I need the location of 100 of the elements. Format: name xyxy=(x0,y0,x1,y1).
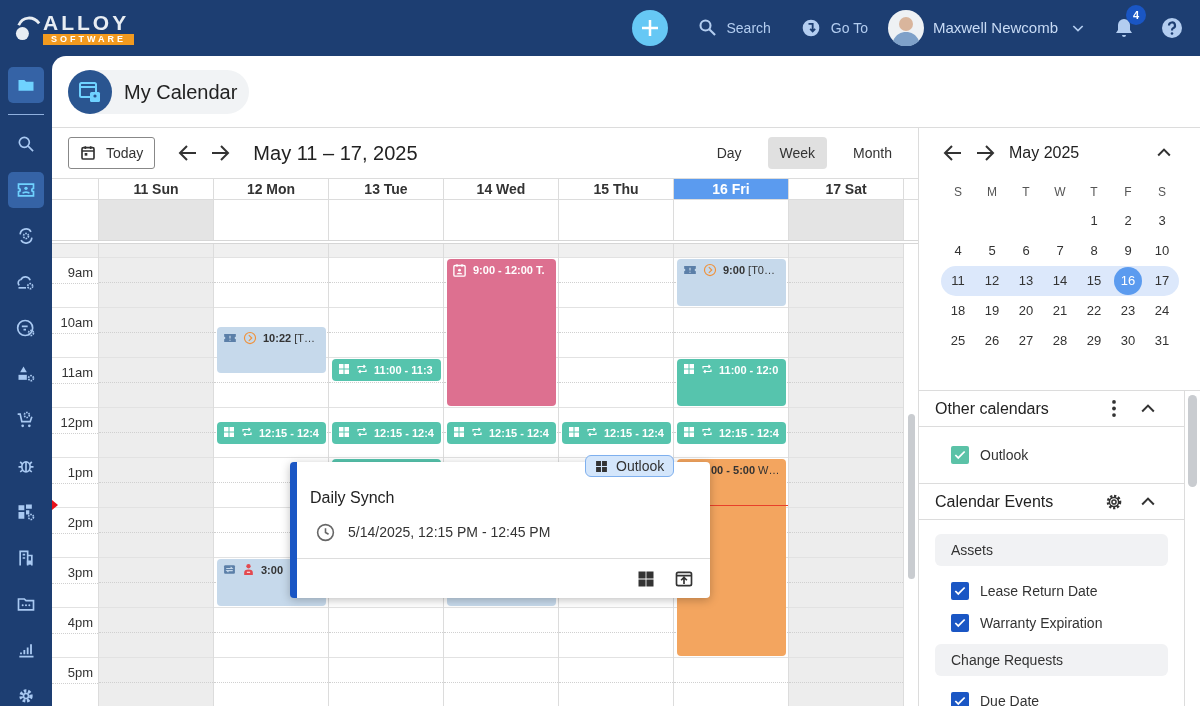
date-range-title: May 11 – 17, 2025 xyxy=(253,141,418,166)
date-button[interactable]: 30 xyxy=(1114,327,1142,355)
help-icon xyxy=(1160,16,1184,40)
day-header: 11 Sun xyxy=(133,179,179,199)
date-button[interactable]: 22 xyxy=(1080,297,1108,325)
avatar-icon xyxy=(887,10,924,46)
sidebar-button[interactable] xyxy=(8,172,44,208)
clock-icon xyxy=(315,522,336,543)
group-title: Change Requests xyxy=(951,650,1064,670)
date-button[interactable]: 6 xyxy=(1012,237,1040,265)
date-button[interactable]: 1 xyxy=(1080,207,1108,235)
search-icon xyxy=(698,18,719,38)
weekday-label: W xyxy=(1054,184,1066,201)
checkbox-label: Outlook xyxy=(980,445,1029,465)
date-button[interactable]: 23 xyxy=(1114,297,1142,325)
date-button[interactable]: 7 xyxy=(1046,237,1074,265)
logo-subtitle: SOFTWARE xyxy=(43,33,134,45)
date-button[interactable]: 4 xyxy=(944,237,972,265)
user-menu-button[interactable]: Maxwell Newcomb xyxy=(932,16,1086,40)
repeat-icon xyxy=(241,425,253,438)
person-icon xyxy=(242,563,255,576)
date-button[interactable]: 19 xyxy=(978,297,1006,325)
building-icon xyxy=(16,548,36,568)
weekday-label: T xyxy=(1090,184,1098,201)
day-header: 13 Tue xyxy=(364,179,408,199)
weekday-label: F xyxy=(1124,184,1132,201)
repeat-icon xyxy=(701,363,713,375)
view-tab[interactable]: Day xyxy=(704,137,754,169)
chevron-circle-icon xyxy=(703,263,717,277)
date-button[interactable]: 2 xyxy=(1114,207,1142,235)
event-title: Daily Synch xyxy=(310,488,396,508)
today-button[interactable]: Today xyxy=(68,137,156,169)
event-time: 5/14/2025, 12:15 PM - 12:45 PM xyxy=(348,523,551,542)
event-label: 10:22 [T… xyxy=(263,331,315,346)
date-button[interactable]: 26 xyxy=(978,327,1006,355)
date-button[interactable]: 27 xyxy=(1012,327,1040,355)
event-label: 3:00 xyxy=(261,563,284,577)
date-button[interactable]: 29 xyxy=(1080,327,1108,355)
date-button[interactable]: 11 xyxy=(944,267,972,295)
date-button[interactable]: 15 xyxy=(1080,267,1108,295)
windows-icon xyxy=(595,459,608,473)
ticket-event[interactable]: 10:22 [T… xyxy=(217,327,326,373)
date-button[interactable]: 10 xyxy=(1148,237,1176,265)
date-button[interactable]: 31 xyxy=(1148,327,1176,355)
day-header: 14 Wed xyxy=(476,179,526,199)
date-button[interactable]: 25 xyxy=(944,327,972,355)
notifications-button[interactable]: 4 xyxy=(1112,5,1146,40)
date-button[interactable]: 24 xyxy=(1148,297,1176,325)
go-to-button[interactable]: Go To xyxy=(800,17,868,39)
weekday-label: T xyxy=(1022,184,1030,201)
ticket-event[interactable]: 9:00 [T0… xyxy=(677,259,786,306)
weekday-label: S xyxy=(1158,184,1166,201)
date-button[interactable]: 8 xyxy=(1080,237,1108,265)
windows-icon xyxy=(683,363,695,375)
windows-icon xyxy=(223,425,235,438)
date-button[interactable]: 21 xyxy=(1046,297,1074,325)
date-button[interactable]: 13 xyxy=(1012,267,1040,295)
repeat-icon xyxy=(701,425,713,438)
search-icon xyxy=(16,134,36,154)
sidebar-button[interactable] xyxy=(8,67,44,103)
scrollbar-thumb[interactable] xyxy=(908,414,915,579)
section-title: Calendar Events xyxy=(935,491,1054,512)
date-button[interactable]: 12 xyxy=(978,267,1006,295)
add-button[interactable] xyxy=(632,10,669,46)
checkbox[interactable] xyxy=(951,692,969,706)
windows-icon xyxy=(683,425,695,438)
checkbox[interactable] xyxy=(951,446,969,464)
view-tab[interactable]: Week xyxy=(767,137,828,169)
day-header: 16 Fri xyxy=(712,179,750,199)
date-button[interactable]: 9 xyxy=(1114,237,1142,265)
checkbox[interactable] xyxy=(951,582,969,600)
day-header: 12 Mon xyxy=(246,179,296,199)
date-button[interactable]: 20 xyxy=(1012,297,1040,325)
event-label: 11:00 - 12:0 xyxy=(719,363,779,377)
check-icon xyxy=(953,694,967,706)
checkbox-label: Lease Return Date xyxy=(980,581,1098,601)
event-label: 11:00 - 11:3 xyxy=(374,363,433,377)
date-button[interactable]: 3 xyxy=(1148,207,1176,235)
current-time-marker xyxy=(52,500,58,511)
search-button[interactable]: Search xyxy=(698,17,771,39)
check-icon xyxy=(953,584,967,598)
scrollbar-thumb[interactable] xyxy=(1188,395,1197,487)
calendar-icon xyxy=(80,145,96,161)
event-label: 12:15 - 12:4 xyxy=(374,425,434,440)
weekday-label: S xyxy=(954,184,962,201)
event-label: 12:15 - 12:4 xyxy=(719,425,779,440)
day-header: 15 Thu xyxy=(593,179,639,199)
view-tab[interactable]: Month xyxy=(841,137,904,169)
date-button[interactable]: 17 xyxy=(1148,267,1176,295)
windows-icon xyxy=(338,425,350,438)
checkbox[interactable] xyxy=(951,614,969,632)
date-button[interactable]: 5 xyxy=(978,237,1006,265)
date-button[interactable]: 18 xyxy=(944,297,972,325)
arrow-circle-icon xyxy=(800,18,821,38)
help-button[interactable] xyxy=(1160,16,1184,40)
date-button[interactable]: 28 xyxy=(1046,327,1074,355)
month-title: May 2025 xyxy=(1009,143,1080,163)
repeat-icon xyxy=(586,425,598,438)
check-icon xyxy=(953,448,967,462)
date-button[interactable]: 14 xyxy=(1046,267,1074,295)
